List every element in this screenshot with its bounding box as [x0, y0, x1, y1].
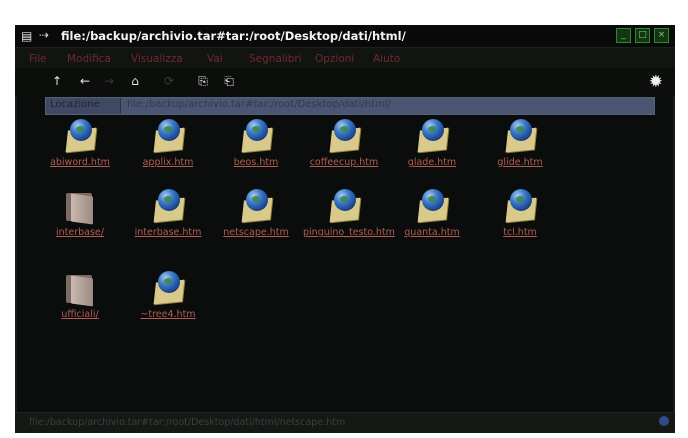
file-manager-window: ▤ ⇢ file:/backup/archivio.tar#tar:/root/… — [15, 25, 675, 433]
file-item[interactable]: abiword.htm — [39, 117, 121, 168]
status-text: file:/backup/archivio.tar#tar:/root/Desk… — [29, 417, 346, 428]
window-menu-icon[interactable]: ▤ — [21, 29, 32, 43]
minimize-button[interactable]: _ — [616, 28, 631, 43]
folder-icon — [60, 269, 100, 307]
file-label: quanta.htm — [404, 227, 460, 238]
html-file-icon — [412, 117, 452, 155]
html-file-icon — [500, 117, 540, 155]
file-label: beos.htm — [233, 157, 279, 168]
menu-file[interactable]: File — [29, 53, 47, 65]
file-item[interactable]: pinguino_testo.htm — [303, 187, 395, 238]
menu-segnalibri[interactable]: Segnalibri — [249, 53, 302, 65]
html-file-icon — [324, 117, 364, 155]
file-item[interactable]: applix.htm — [127, 117, 209, 168]
status-indicator-icon — [659, 416, 669, 426]
file-label: coffeecup.htm — [309, 157, 379, 168]
folder-item[interactable]: interbase/ — [39, 187, 121, 238]
location-value: file:/backup/archivio.tar#tar:/root/Desk… — [127, 99, 391, 110]
html-file-icon — [60, 117, 100, 155]
close-button[interactable]: × — [654, 28, 669, 43]
file-item[interactable]: tcl.htm — [479, 187, 561, 238]
gear-icon[interactable]: ✹ — [649, 72, 663, 92]
file-label: abiword.htm — [50, 157, 110, 168]
file-label: glade.htm — [407, 157, 457, 168]
menu-vai[interactable]: Vai — [207, 53, 223, 65]
file-item[interactable]: glide.htm — [479, 117, 561, 168]
menu-modifica[interactable]: Modifica — [67, 53, 111, 65]
menu-opzioni[interactable]: Opzioni — [315, 53, 354, 65]
maximize-button[interactable]: □ — [635, 28, 650, 43]
menu-aiuto[interactable]: Aiuto — [373, 53, 400, 65]
file-item[interactable]: glade.htm — [391, 117, 473, 168]
file-label: ~tree4.htm — [140, 309, 196, 320]
title-bar[interactable]: ▤ ⇢ file:/backup/archivio.tar#tar:/root/… — [15, 25, 675, 48]
html-file-icon — [236, 187, 276, 225]
file-label: netscape.htm — [223, 227, 289, 238]
file-label: applix.htm — [142, 157, 194, 168]
html-file-icon — [412, 187, 452, 225]
folder-icon — [60, 187, 100, 225]
file-item[interactable]: quanta.htm — [391, 187, 473, 238]
forward-icon[interactable]: → — [101, 74, 117, 88]
html-file-icon — [148, 187, 188, 225]
window-title: file:/backup/archivio.tar#tar:/root/Desk… — [61, 29, 406, 43]
toolbar: ↑ ← → ⌂ ⟳ ⎘ ⎗ ✹ — [15, 68, 675, 96]
menu-bar: File Modifica Visualizza Vai Segnalibri … — [15, 48, 675, 68]
location-label: Locazione — [50, 99, 100, 110]
home-icon[interactable]: ⌂ — [127, 74, 143, 88]
paste-icon[interactable]: ⎗ — [221, 74, 237, 89]
copy-icon[interactable]: ⎘ — [195, 74, 211, 89]
file-item[interactable]: interbase.htm — [127, 187, 209, 238]
html-file-icon — [148, 117, 188, 155]
file-item[interactable]: coffeecup.htm — [303, 117, 385, 168]
file-view: abiword.htm applix.htm beos.htm coffeecu… — [39, 117, 663, 411]
location-bar: Locazione file:/backup/archivio.tar#tar:… — [45, 97, 655, 115]
file-item[interactable]: netscape.htm — [215, 187, 297, 238]
html-file-icon — [236, 117, 276, 155]
arrow-icon: ⇢ — [39, 28, 50, 42]
html-file-icon — [148, 269, 188, 307]
menu-visualizza[interactable]: Visualizza — [131, 53, 183, 65]
back-icon[interactable]: ← — [77, 74, 93, 88]
window-buttons: _ □ × — [616, 28, 669, 43]
reload-icon[interactable]: ⟳ — [161, 74, 177, 88]
location-input[interactable]: file:/backup/archivio.tar#tar:/root/Desk… — [120, 98, 654, 114]
file-label: tcl.htm — [503, 227, 537, 238]
file-label: pinguino_testo.htm — [303, 227, 395, 238]
file-label: ufficiali/ — [61, 309, 99, 320]
html-file-icon — [324, 187, 364, 225]
file-item[interactable]: ~tree4.htm — [127, 269, 209, 320]
file-item[interactable]: beos.htm — [215, 117, 297, 168]
file-label: glide.htm — [497, 157, 543, 168]
file-label: interbase/ — [56, 227, 104, 238]
status-bar: file:/backup/archivio.tar#tar:/root/Desk… — [15, 412, 675, 433]
html-file-icon — [500, 187, 540, 225]
folder-item[interactable]: ufficiali/ — [39, 269, 121, 320]
file-label: interbase.htm — [134, 227, 202, 238]
up-icon[interactable]: ↑ — [49, 74, 65, 88]
